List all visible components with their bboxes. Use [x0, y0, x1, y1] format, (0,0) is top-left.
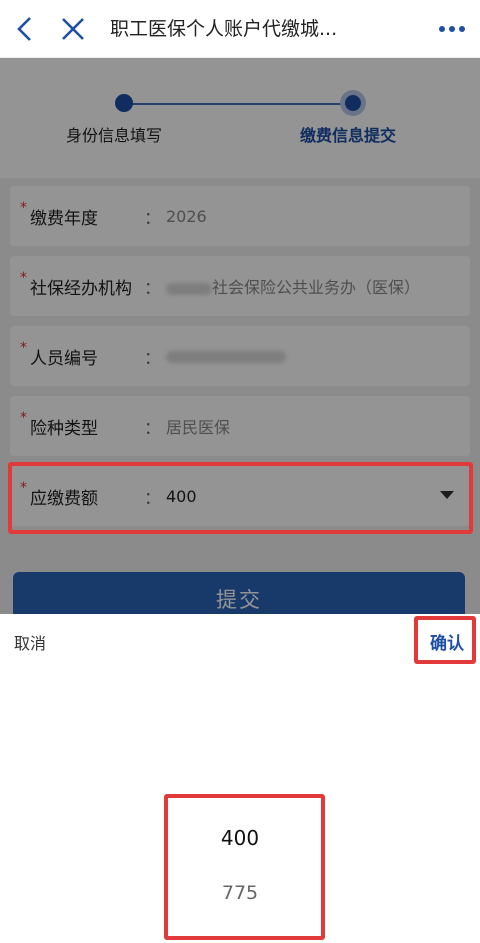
highlight-options: [164, 794, 325, 940]
more-dots-icon: [439, 26, 465, 32]
highlight-amount-row: [8, 462, 473, 534]
page-title: 职工医保个人账户代缴城...: [110, 18, 338, 40]
chevron-left-icon: [17, 17, 31, 41]
top-navigation-bar: 职工医保个人账户代缴城...: [0, 0, 480, 58]
close-button[interactable]: [55, 0, 91, 58]
back-button[interactable]: [8, 0, 42, 58]
highlight-confirm: [414, 616, 476, 664]
more-button[interactable]: [432, 0, 472, 58]
picker-cancel-button[interactable]: 取消: [14, 630, 46, 654]
close-icon: [62, 18, 84, 40]
